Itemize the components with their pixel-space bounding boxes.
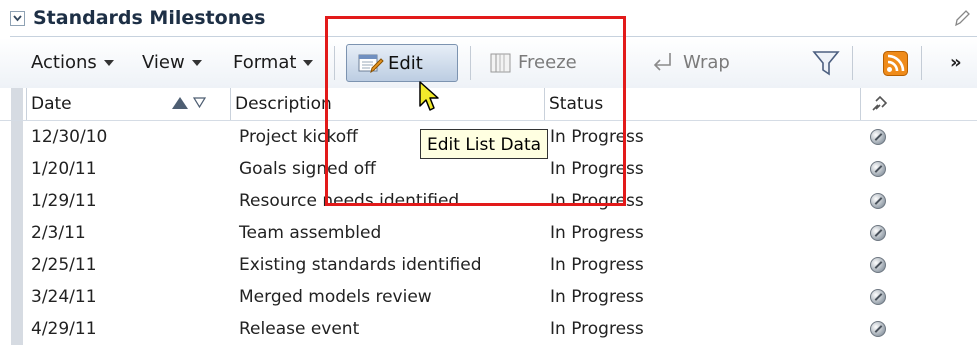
toolbar-divider [852,46,853,80]
status-cell: In Progress [550,319,644,339]
column-header-link [860,88,977,120]
table-row[interactable]: 3/24/11 Merged models review In Progress [0,281,977,313]
row-marker [11,153,23,185]
wrap-button[interactable]: Wrap [683,52,730,73]
table-row[interactable]: 2/3/11 Team assembled In Progress [0,217,977,249]
link-icon[interactable] [870,225,886,241]
table-row[interactable]: 4/29/11 Release event In Progress [0,313,977,345]
more-button[interactable]: » [950,52,962,73]
date-cell: 1/20/11 [31,159,97,179]
format-menu[interactable]: Format [233,52,314,73]
link-icon[interactable] [870,129,886,145]
link-icon[interactable] [870,289,886,305]
date-cell: 2/3/11 [31,223,86,243]
highlight-box [325,16,626,206]
rss-icon[interactable] [883,51,908,76]
row-header-cell [11,88,23,120]
sort-ascending-icon[interactable] [172,97,188,109]
row-marker [11,281,23,313]
wrap-icon [653,53,671,71]
filter-icon[interactable] [812,50,840,76]
date-header-label: Date [31,94,72,114]
description-cell: Existing standards identified [239,255,482,275]
row-marker [11,121,23,153]
date-cell: 2/25/11 [31,255,97,275]
status-cell: In Progress [550,287,644,307]
link-icon[interactable] [870,257,886,273]
row-marker [11,249,23,281]
edit-tooltip: Edit List Data [420,129,549,159]
region-title: Standards Milestones [33,7,266,29]
link-icon[interactable] [870,161,886,177]
date-cell: 1/29/11 [31,191,97,211]
actions-menu[interactable]: Actions [31,52,114,73]
row-marker [11,185,23,217]
caret-down-icon [303,60,314,66]
row-marker [11,217,23,249]
collapse-toggle[interactable] [10,11,25,26]
chevron-down-icon [13,15,22,22]
caret-down-icon [191,60,202,66]
view-menu[interactable]: View [142,52,202,73]
row-marker [11,313,23,345]
toolbar-divider [921,46,922,80]
sort-descending-icon[interactable] [193,97,206,108]
date-cell: 3/24/11 [31,287,97,307]
description-cell: Merged models review [239,287,432,307]
status-cell: In Progress [550,223,644,243]
description-header-label: Description [235,94,332,114]
actions-label: Actions [31,52,97,73]
table-row[interactable]: 2/25/11 Existing standards identified In… [0,249,977,281]
link-icon [872,95,888,111]
date-cell: 4/29/11 [31,319,97,339]
status-cell: In Progress [550,255,644,275]
pencil-icon[interactable] [953,8,971,28]
link-icon[interactable] [870,321,886,337]
view-label: View [142,52,185,73]
caret-down-icon [103,60,114,66]
format-label: Format [233,52,297,73]
link-icon[interactable] [870,193,886,209]
description-cell: Team assembled [239,223,382,243]
cursor-icon [419,81,439,111]
description-cell: Release event [239,319,360,339]
date-cell: 12/30/10 [31,127,108,147]
